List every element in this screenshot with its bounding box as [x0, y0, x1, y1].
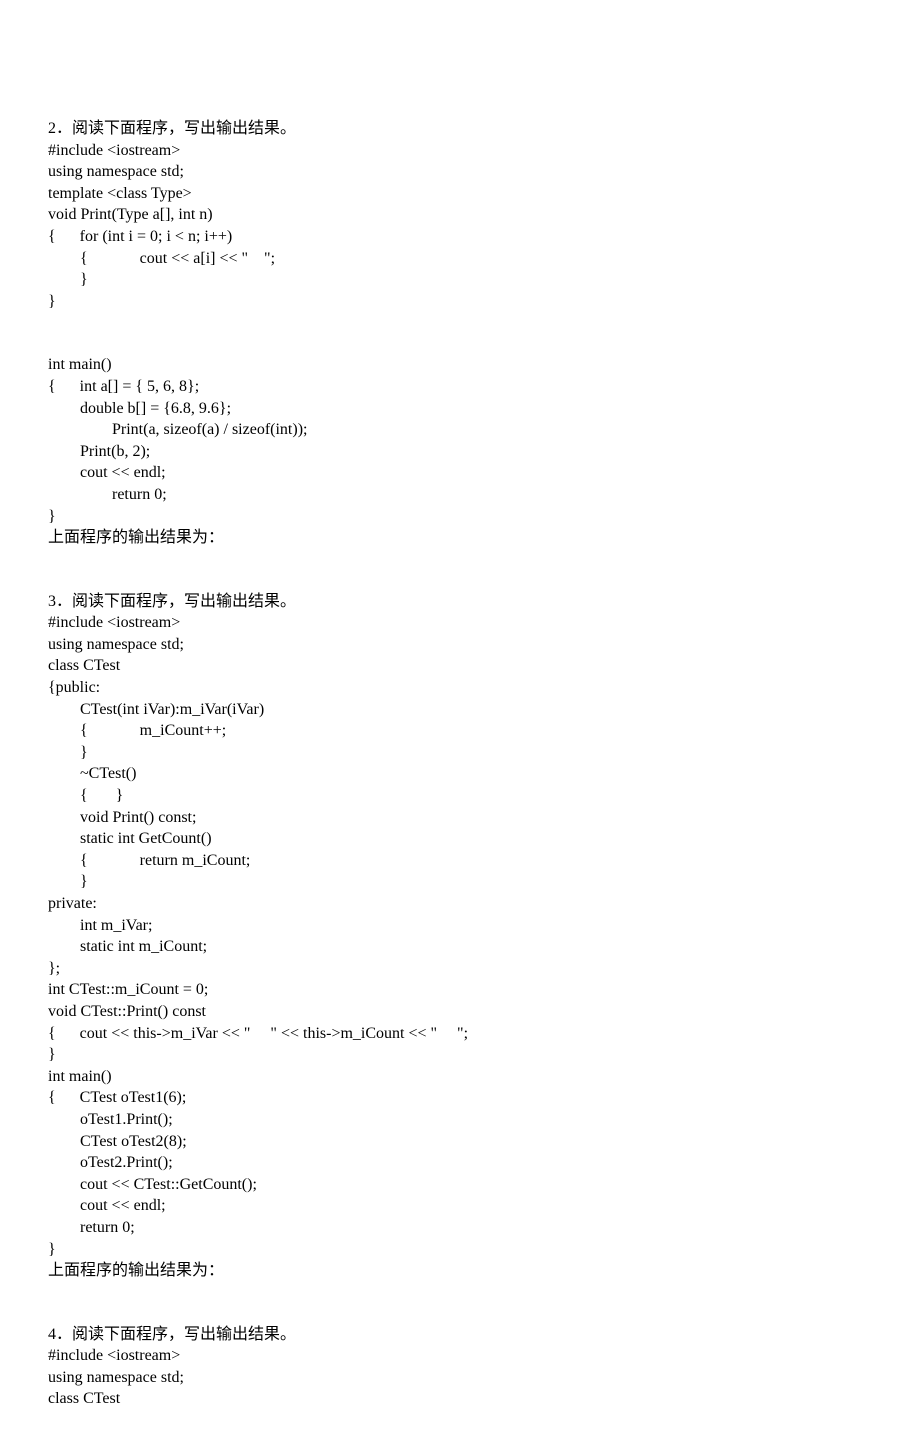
q4-code-line: #include <iostream> [48, 1345, 872, 1367]
q3-code-line: oTest1.Print(); [48, 1109, 872, 1131]
q3-code-line: {public: [48, 677, 872, 699]
q3-code-line: void Print() const; [48, 807, 872, 829]
q2-code-line: void Print(Type a[], int n) [48, 204, 872, 226]
q3-code-line: }; [48, 958, 872, 980]
q3-code-line: } [48, 1239, 872, 1261]
q2-title: 2．阅读下面程序，写出输出结果。 [48, 118, 872, 140]
q2-code-line: int main() [48, 354, 872, 376]
q3-code-line: CTest oTest2(8); [48, 1131, 872, 1153]
blank-line [48, 1282, 872, 1303]
q3-code-line: { } [48, 785, 872, 807]
q3-code-line: using namespace std; [48, 634, 872, 656]
q2-code-line: Print(a, sizeof(a) / sizeof(int)); [48, 419, 872, 441]
q3-title: 3．阅读下面程序，写出输出结果。 [48, 591, 872, 613]
q2-code-line: template <class Type> [48, 183, 872, 205]
q2-code-line: { cout << a[i] << " "; [48, 248, 872, 270]
q2-code-line: } [48, 269, 872, 291]
blank-line [48, 1303, 872, 1324]
q2-code-line: #include <iostream> [48, 140, 872, 162]
q2-code-line: cout << endl; [48, 462, 872, 484]
q4-code-line: using namespace std; [48, 1367, 872, 1389]
q2-code-line: } [48, 506, 872, 528]
q2-code-line: } [48, 291, 872, 313]
q4-title: 4．阅读下面程序，写出输出结果。 [48, 1324, 872, 1346]
q3-code-line: oTest2.Print(); [48, 1152, 872, 1174]
q2-code-line: using namespace std; [48, 161, 872, 183]
q3-code-line: static int m_iCount; [48, 936, 872, 958]
q2-code-line: Print(b, 2); [48, 441, 872, 463]
q3-code-line: #include <iostream> [48, 612, 872, 634]
q3-code-line: ~CTest() [48, 763, 872, 785]
q3-code-line: cout << CTest::GetCount(); [48, 1174, 872, 1196]
blank-line [48, 333, 872, 354]
q3-code-line: int m_iVar; [48, 915, 872, 937]
q3-code-line: } [48, 1044, 872, 1066]
q3-code-line: { return m_iCount; [48, 850, 872, 872]
q4-code-line: class CTest [48, 1388, 872, 1410]
q3-code-line: { cout << this->m_iVar << " " << this->m… [48, 1023, 872, 1045]
q3-code-line: { CTest oTest1(6); [48, 1087, 872, 1109]
q3-code-line: } [48, 742, 872, 764]
q3-code-line: cout << endl; [48, 1195, 872, 1217]
q3-code-line: return 0; [48, 1217, 872, 1239]
q3-code-line: } [48, 871, 872, 893]
q3-code-line: int CTest::m_iCount = 0; [48, 979, 872, 1001]
q2-code-line: double b[] = {6.8, 9.6}; [48, 398, 872, 420]
q2-code-line: return 0; [48, 484, 872, 506]
q3-code-line: class CTest [48, 655, 872, 677]
page: 2．阅读下面程序，写出输出结果。 #include <iostream> usi… [0, 0, 920, 1450]
q2-code-line: { for (int i = 0; i < n; i++) [48, 226, 872, 248]
q3-code-line: void CTest::Print() const [48, 1001, 872, 1023]
q3-code-line: static int GetCount() [48, 828, 872, 850]
q3-code-line: CTest(int iVar):m_iVar(iVar) [48, 699, 872, 721]
q3-result-label: 上面程序的输出结果为： [48, 1260, 872, 1282]
q2-code-line: { int a[] = { 5, 6, 8}; [48, 376, 872, 398]
q3-code-line: int main() [48, 1066, 872, 1088]
q3-code-line: private: [48, 893, 872, 915]
blank-line [48, 312, 872, 333]
blank-line [48, 549, 872, 570]
q3-code-line: { m_iCount++; [48, 720, 872, 742]
q2-result-label: 上面程序的输出结果为： [48, 527, 872, 549]
blank-line [48, 570, 872, 591]
